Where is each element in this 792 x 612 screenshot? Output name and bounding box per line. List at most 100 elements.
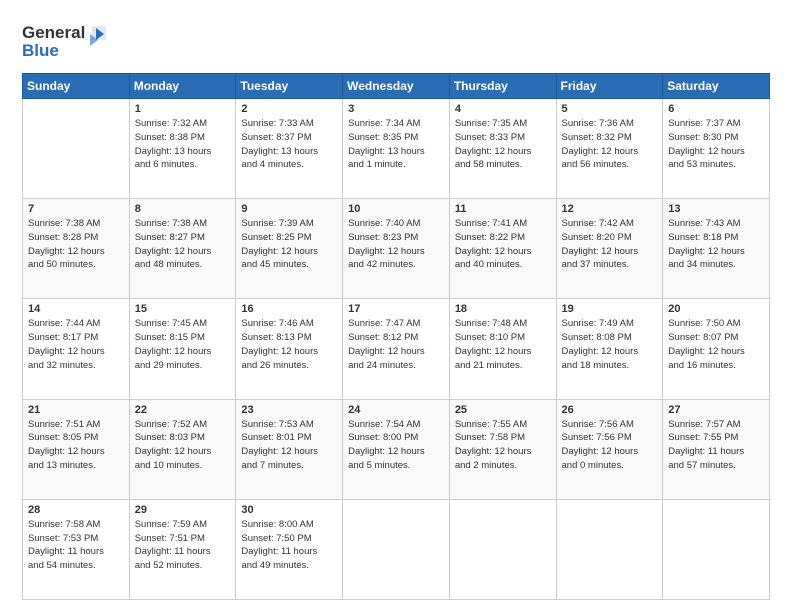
day-info: Sunrise: 7:58 AM Sunset: 7:53 PM Dayligh… [28,518,124,573]
day-number: 20 [668,303,764,315]
day-info: Sunrise: 7:38 AM Sunset: 8:27 PM Dayligh… [135,217,231,272]
calendar-table: SundayMondayTuesdayWednesdayThursdayFrid… [22,73,770,600]
day-number: 21 [28,404,124,416]
calendar-cell: 24 Sunrise: 7:54 AM Sunset: 8:00 PM Dayli… [343,399,450,499]
logo-svg: General Blue [22,18,112,62]
calendar-cell: 29 Sunrise: 7:59 AM Sunset: 7:51 PM Dayli… [129,499,236,599]
svg-text:Blue: Blue [22,41,59,60]
day-header-sunday: Sunday [23,74,130,99]
day-number: 17 [348,303,444,315]
day-info: Sunrise: 7:49 AM Sunset: 8:08 PM Dayligh… [562,317,658,372]
day-number: 1 [135,103,231,115]
day-number: 18 [455,303,551,315]
week-row-4: 28 Sunrise: 7:58 AM Sunset: 7:53 PM Dayli… [23,499,770,599]
day-info: Sunrise: 7:44 AM Sunset: 8:17 PM Dayligh… [28,317,124,372]
day-header-tuesday: Tuesday [236,74,343,99]
calendar-cell: 11 Sunrise: 7:41 AM Sunset: 8:22 PM Dayli… [449,199,556,299]
calendar-cell: 17 Sunrise: 7:47 AM Sunset: 8:12 PM Dayli… [343,299,450,399]
day-info: Sunrise: 7:42 AM Sunset: 8:20 PM Dayligh… [562,217,658,272]
calendar-cell: 21 Sunrise: 7:51 AM Sunset: 8:05 PM Dayli… [23,399,130,499]
day-header-thursday: Thursday [449,74,556,99]
day-info: Sunrise: 7:57 AM Sunset: 7:55 PM Dayligh… [668,418,764,473]
calendar-cell: 8 Sunrise: 7:38 AM Sunset: 8:27 PM Daylig… [129,199,236,299]
day-number: 6 [668,103,764,115]
calendar-cell [23,99,130,199]
calendar-cell: 5 Sunrise: 7:36 AM Sunset: 8:32 PM Daylig… [556,99,663,199]
calendar-cell: 10 Sunrise: 7:40 AM Sunset: 8:23 PM Dayli… [343,199,450,299]
day-info: Sunrise: 7:39 AM Sunset: 8:25 PM Dayligh… [241,217,337,272]
week-row-2: 14 Sunrise: 7:44 AM Sunset: 8:17 PM Dayli… [23,299,770,399]
day-number: 10 [348,203,444,215]
day-info: Sunrise: 7:51 AM Sunset: 8:05 PM Dayligh… [28,418,124,473]
day-info: Sunrise: 7:45 AM Sunset: 8:15 PM Dayligh… [135,317,231,372]
logo-text-block: General Blue [22,18,112,67]
day-info: Sunrise: 7:43 AM Sunset: 8:18 PM Dayligh… [668,217,764,272]
day-number: 29 [135,504,231,516]
calendar-cell: 3 Sunrise: 7:34 AM Sunset: 8:35 PM Daylig… [343,99,450,199]
calendar-cell [663,499,770,599]
day-info: Sunrise: 7:32 AM Sunset: 8:38 PM Dayligh… [135,117,231,172]
day-number: 24 [348,404,444,416]
calendar-cell: 16 Sunrise: 7:46 AM Sunset: 8:13 PM Dayli… [236,299,343,399]
header: General Blue [22,18,770,67]
calendar-cell: 6 Sunrise: 7:37 AM Sunset: 8:30 PM Daylig… [663,99,770,199]
day-info: Sunrise: 7:36 AM Sunset: 8:32 PM Dayligh… [562,117,658,172]
day-number: 16 [241,303,337,315]
day-info: Sunrise: 7:46 AM Sunset: 8:13 PM Dayligh… [241,317,337,372]
logo: General Blue [22,18,112,67]
day-number: 15 [135,303,231,315]
week-row-0: 1 Sunrise: 7:32 AM Sunset: 8:38 PM Daylig… [23,99,770,199]
header-row: SundayMondayTuesdayWednesdayThursdayFrid… [23,74,770,99]
day-info: Sunrise: 7:48 AM Sunset: 8:10 PM Dayligh… [455,317,551,372]
day-info: Sunrise: 7:41 AM Sunset: 8:22 PM Dayligh… [455,217,551,272]
day-header-monday: Monday [129,74,236,99]
calendar-cell: 4 Sunrise: 7:35 AM Sunset: 8:33 PM Daylig… [449,99,556,199]
calendar-cell: 27 Sunrise: 7:57 AM Sunset: 7:55 PM Dayli… [663,399,770,499]
day-info: Sunrise: 7:35 AM Sunset: 8:33 PM Dayligh… [455,117,551,172]
day-number: 30 [241,504,337,516]
calendar-cell: 2 Sunrise: 7:33 AM Sunset: 8:37 PM Daylig… [236,99,343,199]
day-number: 8 [135,203,231,215]
day-info: Sunrise: 8:00 AM Sunset: 7:50 PM Dayligh… [241,518,337,573]
day-number: 3 [348,103,444,115]
calendar-cell: 26 Sunrise: 7:56 AM Sunset: 7:56 PM Dayli… [556,399,663,499]
day-info: Sunrise: 7:56 AM Sunset: 7:56 PM Dayligh… [562,418,658,473]
calendar-cell: 1 Sunrise: 7:32 AM Sunset: 8:38 PM Daylig… [129,99,236,199]
calendar-cell: 14 Sunrise: 7:44 AM Sunset: 8:17 PM Dayli… [23,299,130,399]
day-info: Sunrise: 7:53 AM Sunset: 8:01 PM Dayligh… [241,418,337,473]
day-info: Sunrise: 7:54 AM Sunset: 8:00 PM Dayligh… [348,418,444,473]
day-number: 27 [668,404,764,416]
calendar-cell [449,499,556,599]
day-header-friday: Friday [556,74,663,99]
calendar-cell: 20 Sunrise: 7:50 AM Sunset: 8:07 PM Dayli… [663,299,770,399]
day-info: Sunrise: 7:50 AM Sunset: 8:07 PM Dayligh… [668,317,764,372]
day-info: Sunrise: 7:40 AM Sunset: 8:23 PM Dayligh… [348,217,444,272]
day-number: 26 [562,404,658,416]
day-number: 14 [28,303,124,315]
calendar-cell: 23 Sunrise: 7:53 AM Sunset: 8:01 PM Dayli… [236,399,343,499]
day-number: 28 [28,504,124,516]
day-number: 5 [562,103,658,115]
day-info: Sunrise: 7:37 AM Sunset: 8:30 PM Dayligh… [668,117,764,172]
day-info: Sunrise: 7:47 AM Sunset: 8:12 PM Dayligh… [348,317,444,372]
day-number: 19 [562,303,658,315]
calendar-cell [556,499,663,599]
day-info: Sunrise: 7:33 AM Sunset: 8:37 PM Dayligh… [241,117,337,172]
day-header-saturday: Saturday [663,74,770,99]
day-number: 22 [135,404,231,416]
day-header-wednesday: Wednesday [343,74,450,99]
week-row-3: 21 Sunrise: 7:51 AM Sunset: 8:05 PM Dayli… [23,399,770,499]
day-number: 7 [28,203,124,215]
day-info: Sunrise: 7:34 AM Sunset: 8:35 PM Dayligh… [348,117,444,172]
calendar-cell: 12 Sunrise: 7:42 AM Sunset: 8:20 PM Dayli… [556,199,663,299]
day-number: 4 [455,103,551,115]
day-number: 25 [455,404,551,416]
calendar-cell: 22Sunrise: 7:52 AM Sunset: 8:03 PM Dayli… [129,399,236,499]
calendar-cell: 30 Sunrise: 8:00 AM Sunset: 7:50 PM Dayli… [236,499,343,599]
day-number: 23 [241,404,337,416]
calendar-cell: 15 Sunrise: 7:45 AM Sunset: 8:15 PM Dayli… [129,299,236,399]
day-number: 2 [241,103,337,115]
day-number: 11 [455,203,551,215]
day-number: 12 [562,203,658,215]
day-info: Sunrise: 7:59 AM Sunset: 7:51 PM Dayligh… [135,518,231,573]
